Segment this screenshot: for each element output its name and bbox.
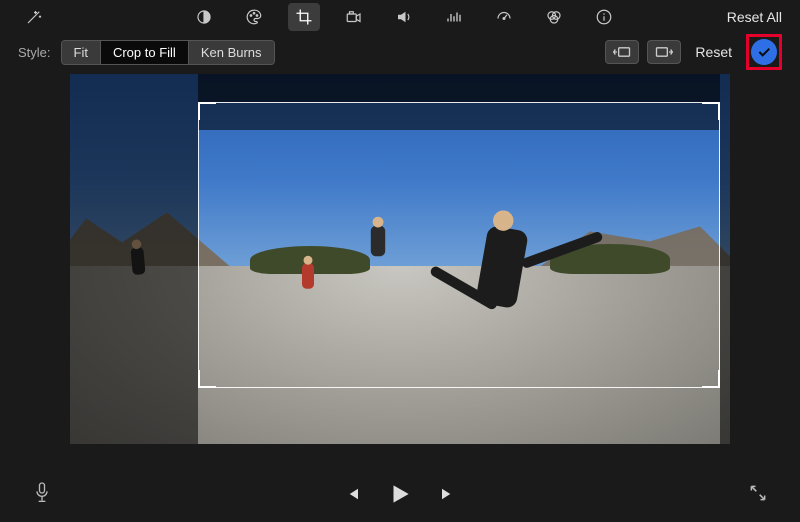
volume-icon[interactable] xyxy=(388,3,420,31)
color-palette-icon[interactable] xyxy=(238,3,270,31)
next-frame-button[interactable] xyxy=(439,485,457,503)
rotate-ccw-button[interactable] xyxy=(605,40,639,64)
crop-dim xyxy=(720,74,730,444)
camera-icon[interactable] xyxy=(338,3,370,31)
style-option-ken-burns[interactable]: Ken Burns xyxy=(189,41,274,64)
style-option-crop-to-fill[interactable]: Crop to Fill xyxy=(101,41,189,64)
microphone-icon xyxy=(32,481,52,505)
microphone-button[interactable] xyxy=(32,481,52,508)
style-segmented-control: Fit Crop to Fill Ken Burns xyxy=(61,40,275,65)
fullscreen-icon xyxy=(748,483,768,503)
crop-handle-bottom-right[interactable] xyxy=(702,370,720,388)
crop-dim xyxy=(70,74,198,444)
crop-handle-top-left[interactable] xyxy=(198,102,216,120)
apply-highlight xyxy=(746,34,782,70)
rotate-cw-icon xyxy=(654,45,674,59)
color-filter-icon[interactable] xyxy=(538,3,570,31)
crop-style-bar: Style: Fit Crop to Fill Ken Burns Reset xyxy=(0,34,800,70)
info-icon[interactable] xyxy=(588,3,620,31)
crop-handle-top-right[interactable] xyxy=(702,102,720,120)
rotate-ccw-icon xyxy=(612,45,632,59)
apply-button[interactable] xyxy=(751,39,777,65)
next-frame-icon xyxy=(439,485,457,503)
apply-check-icon xyxy=(756,44,772,60)
color-balance-icon[interactable] xyxy=(188,3,220,31)
preview-area xyxy=(0,70,800,444)
fullscreen-button[interactable] xyxy=(748,483,768,506)
reset-button[interactable]: Reset xyxy=(695,44,732,60)
reset-all-button[interactable]: Reset All xyxy=(727,9,782,25)
crop-icon[interactable] xyxy=(288,3,320,31)
equalizer-icon[interactable] xyxy=(438,3,470,31)
speed-icon[interactable] xyxy=(488,3,520,31)
prev-frame-icon xyxy=(343,485,361,503)
play-button[interactable] xyxy=(387,481,413,507)
video-preview[interactable] xyxy=(70,74,730,444)
transport-bar xyxy=(0,466,800,522)
crop-handle-bottom-left[interactable] xyxy=(198,370,216,388)
style-option-fit[interactable]: Fit xyxy=(62,41,101,64)
rotate-cw-button[interactable] xyxy=(647,40,681,64)
adjustments-toolbar: Reset All xyxy=(0,0,800,34)
play-icon xyxy=(387,481,413,507)
magic-wand-icon[interactable] xyxy=(18,3,50,31)
crop-rectangle[interactable] xyxy=(198,102,720,388)
prev-frame-button[interactable] xyxy=(343,485,361,503)
style-label: Style: xyxy=(18,45,51,60)
